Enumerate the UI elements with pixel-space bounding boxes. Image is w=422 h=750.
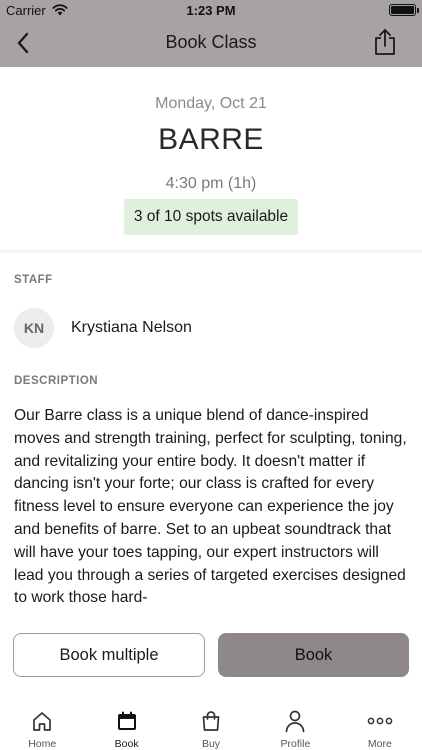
battery-icon xyxy=(389,4,419,16)
tab-home-label: Home xyxy=(28,738,57,750)
tab-more[interactable]: More xyxy=(338,700,422,750)
staff-row[interactable]: KN Krystiana Nelson xyxy=(14,307,394,349)
nav-bar: Book Class xyxy=(0,20,422,67)
book-multiple-button[interactable]: Book multiple xyxy=(13,633,205,677)
tab-profile[interactable]: Profile xyxy=(253,700,337,750)
tab-book-label: Book xyxy=(114,738,139,750)
header: Carrier 1:23 PM Book Class xyxy=(0,0,422,67)
more-dots-icon xyxy=(367,717,393,725)
person-icon xyxy=(286,710,305,733)
share-icon xyxy=(375,29,395,55)
home-icon xyxy=(33,712,52,731)
tab-bar: Home Book Buy Profile More xyxy=(0,700,422,750)
status-time: 1:23 PM xyxy=(186,3,236,18)
tab-more-label: More xyxy=(367,738,392,750)
class-name: BARRE xyxy=(158,123,264,156)
book-class-screen: Carrier 1:23 PM Book Class Monday, Oct 2… xyxy=(0,0,422,750)
class-description: Our Barre class is a unique blend of dan… xyxy=(14,407,407,607)
spots-available-badge: 3 of 10 spots available xyxy=(124,199,298,235)
shopping-bag-icon xyxy=(202,711,220,731)
avatar: KN xyxy=(14,308,54,348)
tab-buy[interactable]: Buy xyxy=(169,700,253,750)
tab-book[interactable]: Book xyxy=(84,700,168,750)
class-time-duration: 4:30 pm (1h) xyxy=(165,175,257,192)
staff-name: Krystiana Nelson xyxy=(71,319,192,336)
description-section-label: DESCRIPTION xyxy=(14,375,99,387)
page-title: Book Class xyxy=(165,32,257,52)
tab-home[interactable]: Home xyxy=(0,700,84,750)
section-divider xyxy=(0,250,422,254)
tab-buy-label: Buy xyxy=(201,738,221,750)
tab-profile-label: Profile xyxy=(280,738,311,750)
class-date: Monday, Oct 21 xyxy=(155,95,267,112)
share-button[interactable] xyxy=(370,26,400,58)
calendar-icon xyxy=(117,711,136,730)
staff-section-label: STAFF xyxy=(14,274,53,286)
class-summary: Monday, Oct 21 BARRE 4:30 pm (1h) 3 of 1… xyxy=(0,67,422,252)
book-button[interactable]: Book xyxy=(218,633,409,677)
status-bar: Carrier 1:23 PM xyxy=(0,0,422,20)
